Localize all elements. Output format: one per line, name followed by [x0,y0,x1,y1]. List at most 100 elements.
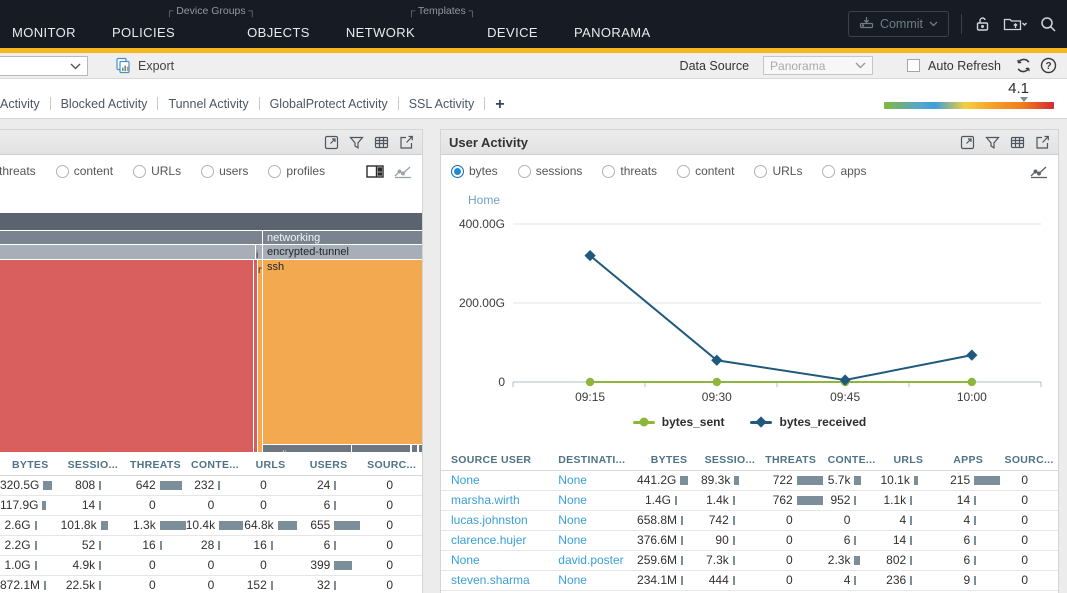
auto-refresh-checkbox[interactable] [907,59,920,72]
destination-user-link[interactable]: david.poster [558,553,623,567]
column-header[interactable]: APPS [936,450,1000,470]
source-user-link[interactable]: None [451,473,480,487]
refresh-icon[interactable] [1015,57,1032,74]
nav-item-objects[interactable]: OBJECTS [247,25,310,40]
treemap-block-networking[interactable]: networking [263,231,423,244]
column-header[interactable]: SESSIO... [61,455,126,475]
commit-button[interactable]: Commit [848,11,949,37]
nav-item-device[interactable]: DEVICE [487,25,538,40]
radio-bytes[interactable]: bytes [451,164,498,178]
destination-user-link[interactable]: None [558,573,587,587]
radio-content[interactable]: content [677,164,734,178]
column-header[interactable]: URLS [244,455,296,475]
treemap-category-band[interactable] [0,231,262,244]
metric-bar [733,536,759,545]
export-widget-icon[interactable] [399,135,414,150]
table-view-icon[interactable] [1010,135,1025,150]
line-chart-view-icon[interactable] [1030,164,1048,179]
legend-item-bytes_received[interactable]: bytes_received [750,415,866,429]
view-selector-dropdown[interactable] [0,56,88,76]
nav-item-network[interactable]: NETWORK [346,25,415,40]
radio-threats[interactable]: threats [602,164,657,178]
tab-activity[interactable]: Activity [0,97,40,111]
metric-bar [99,501,125,510]
destination-user-link[interactable]: None [558,473,587,487]
save-candidate-config-icon[interactable] [1003,16,1028,32]
destination-user-link[interactable]: None [558,513,587,527]
add-tab-button[interactable]: + [495,99,504,111]
nav-item-monitor[interactable]: MONITOR [12,25,76,40]
radio-threats[interactable]: threats [0,164,36,178]
metric-bar [218,541,244,550]
tab-globalprotect-activity[interactable]: GlobalProtect Activity [270,97,388,111]
treemap-subcategory-band[interactable] [0,245,255,259]
metric-bar [278,521,297,530]
column-header[interactable]: THREATS [759,450,823,470]
source-user-link[interactable]: clarence.hujer [451,533,526,547]
export-widget-icon[interactable] [1035,135,1050,150]
tab-ssl-activity[interactable]: SSL Activity [409,97,475,111]
column-header[interactable]: SESSIO... [701,450,759,470]
column-header[interactable]: CONTE... [186,455,245,475]
treemap-block-media[interactable]: media [263,445,351,452]
metric-bar [44,581,61,590]
treemap-block-fragment[interactable]: i [256,245,262,259]
chevron-down-icon [929,21,938,27]
destination-user-link[interactable]: None [558,493,587,507]
treemap-view-icon[interactable] [366,164,384,179]
radio-apps[interactable]: apps [822,164,866,178]
nav-item-policies[interactable]: POLICIES [112,25,175,40]
maximize-icon[interactable] [960,135,975,150]
line-chart-view-icon[interactable] [394,164,412,179]
metric-bar [160,481,186,490]
unlock-icon[interactable] [974,16,991,33]
column-header[interactable]: BYTES [637,450,701,470]
table-view-icon[interactable] [374,135,389,150]
treemap-block-thin-orange[interactable]: rv [258,260,262,452]
treemap-block-small[interactable] [419,445,423,452]
column-header[interactable]: CONTE... [823,450,881,470]
column-header[interactable]: DESTINATI... [548,450,637,470]
chart-breadcrumb-home[interactable]: Home [468,193,1058,209]
export-button[interactable]: Export [115,57,174,74]
source-user-link[interactable]: None [451,553,480,567]
treemap-block-small[interactable] [412,445,417,452]
treemap-category-band[interactable] [0,213,423,230]
column-header[interactable]: URLS [880,450,936,470]
treemap-block-ssh[interactable]: ssh [263,260,423,444]
data-source-dropdown[interactable]: Panorama [763,56,873,75]
radio-urls[interactable]: URLs [754,164,802,178]
source-user-link[interactable]: lucas.johnston [451,513,528,527]
tab-tunnel-activity[interactable]: Tunnel Activity [168,97,248,111]
radio-sessions[interactable]: sessions [518,164,583,178]
column-header[interactable]: THREATS [125,455,186,475]
search-icon[interactable] [1040,16,1057,33]
column-header[interactable]: SOURC... [360,455,423,475]
filter-icon[interactable] [349,135,364,150]
metric-bar [271,581,297,590]
column-header[interactable]: USERS [297,455,361,475]
radio-urls[interactable]: URLs [133,164,181,178]
maximize-icon[interactable] [324,135,339,150]
column-header[interactable]: SOURCE USER [441,450,548,470]
radio-users[interactable]: users [201,164,248,178]
radio-content[interactable]: content [56,164,113,178]
treemap-block-small[interactable] [352,445,410,452]
tab-blocked-activity[interactable]: Blocked Activity [61,97,148,111]
nav-item-panorama[interactable]: PANORAMA [574,25,651,40]
source-user-link[interactable]: steven.sharma [451,573,530,587]
source-user-link[interactable]: marsha.wirth [451,493,520,507]
filter-icon[interactable] [985,135,1000,150]
column-header[interactable]: SOURC... [1000,450,1058,470]
legend-item-bytes_sent[interactable]: bytes_sent [633,415,725,429]
treemap-block-thin-red[interactable] [254,260,257,452]
radio-profiles[interactable]: profiles [268,164,325,178]
metric-cell: 1.1k [880,490,936,510]
metric-bar [271,541,297,550]
help-icon[interactable]: ? [1040,57,1057,74]
treemap-block-large-red[interactable] [0,260,253,452]
treemap-block-encrypted-tunnel[interactable]: encrypted-tunnel [263,245,423,259]
data-point [713,378,721,386]
destination-user-link[interactable]: None [558,533,587,547]
column-header[interactable]: BYTES [0,455,61,475]
